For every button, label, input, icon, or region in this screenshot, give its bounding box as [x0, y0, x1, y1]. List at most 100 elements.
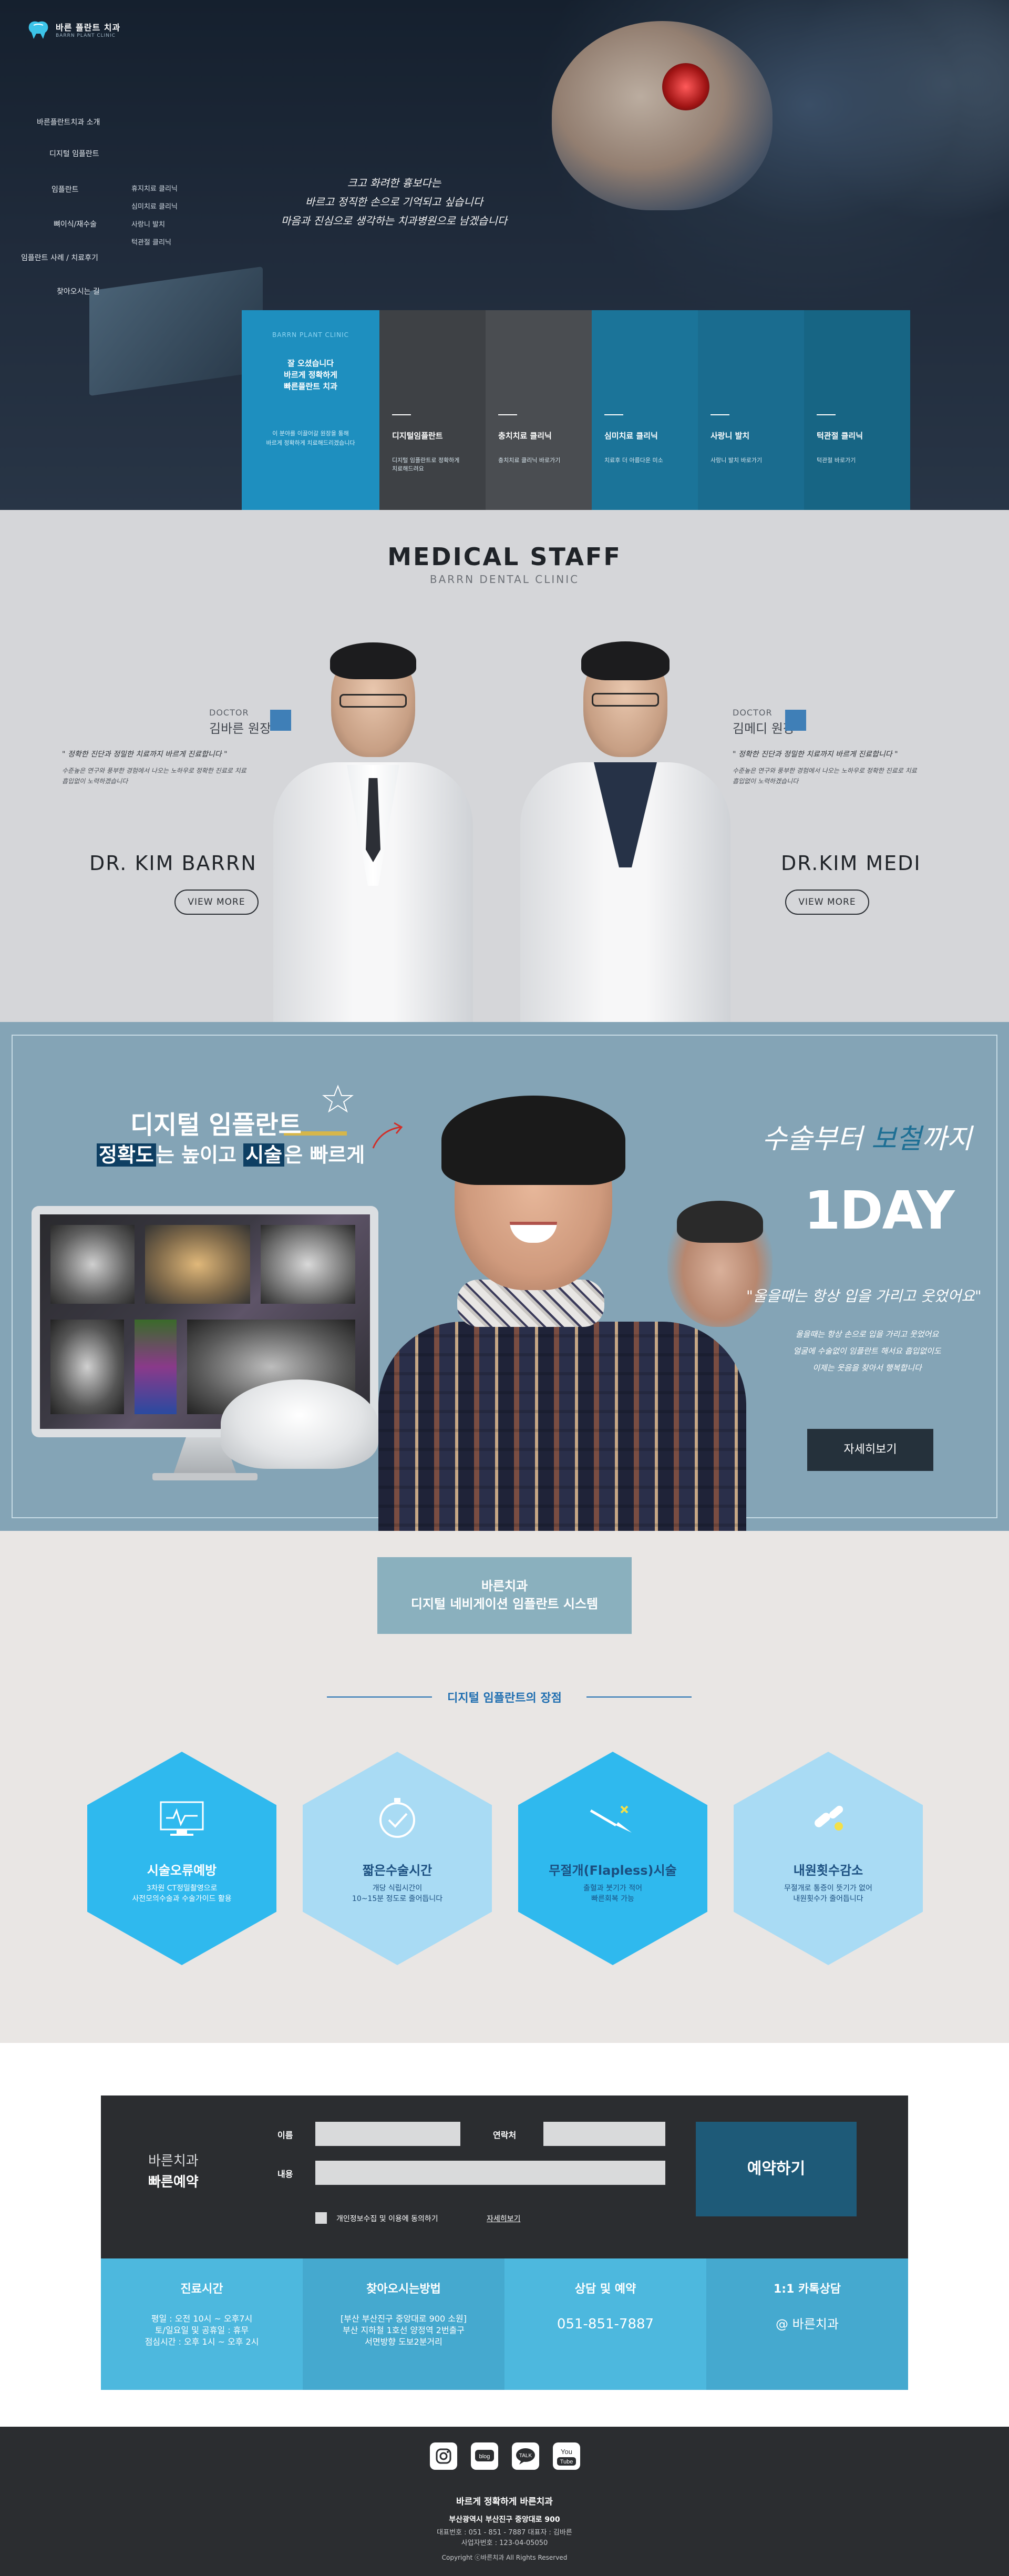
nav-item-about[interactable]: 바른플란트치과 소개 [37, 117, 100, 127]
oneday-text: 1DAY [804, 1180, 955, 1241]
advantage-title: 짧은수술시간 [362, 1863, 433, 1878]
nav-sub-tmj[interactable]: 턱관절 클리닉 [131, 237, 171, 247]
advantages-section: 바른치과 디지털 네비게이션 임플란트 시스템 디지털 임플란트의 장점 시술오… [0, 1531, 1009, 2043]
privacy-more-link[interactable]: 자세히보기 [487, 2213, 520, 2224]
info-phone: 상담 및 예약 051-851-7887 [504, 2258, 706, 2390]
footer-title: 바르게 정확하게 바른치과 [456, 2497, 553, 2507]
star-doodle-icon [322, 1085, 354, 1113]
doctor-label: DOCTOR [733, 708, 773, 718]
content-input[interactable] [315, 2161, 665, 2185]
nav-item-digital-implant[interactable]: 디지털 임플란트 [49, 148, 99, 159]
content-label: 내용 [277, 2169, 293, 2179]
patient-desc-line: 이제는 웃음을 찾아서 행복합니다 [812, 1363, 922, 1373]
panel-dash [711, 414, 729, 415]
pills-icon [815, 1805, 843, 1831]
info-title: 상담 및 예약 [574, 2283, 636, 2296]
footer-address: 부산광역시 부산진구 중앙대로 900 [449, 2516, 560, 2524]
advantage-title: 내원횟수감소 [793, 1863, 863, 1878]
panel-aesthetic-clinic[interactable]: 심미치료 클리닉 치료후 더 아름다운 미소 [592, 310, 698, 510]
info-body[interactable]: @ 바른치과 [717, 2318, 898, 2330]
staff-section: MEDICAL STAFF BARRN DENTAL CLINIC DOCTOR… [0, 510, 1009, 1022]
youtube-icon-text2: Tube [560, 2459, 573, 2465]
clinic-info-row: 진료시간 평일 : 오전 10시 ~ 오후7시 토/일요일 및 공휴일 : 휴무… [101, 2258, 908, 2390]
nav-sub-aesthetic[interactable]: 심미치료 클리닉 [131, 201, 178, 211]
info-body[interactable]: 051-851-7887 [515, 2317, 696, 2331]
youtube-icon[interactable]: You Tube [553, 2442, 580, 2470]
panel-dash [498, 414, 517, 415]
panel-digital-implant[interactable]: 디지털임플란트 디지털 임플란트로 정확하게 치료해드려요 [379, 310, 486, 510]
advantage-card: 시술오류예방 3차원 CT정밀촬영으로 사전모의수술과 수술가이드 활용 [87, 1752, 276, 1965]
doctor-hair [330, 642, 416, 679]
hero-slogan-line: 마음과 진심으로 생각하는 치과병원으로 남겠습니다 [281, 214, 508, 227]
info-directions: 찾아오시는방법 [부산 부산진구 중앙대로 900 소원] 부산 지하철 1호선… [303, 2258, 504, 2390]
doctor-big-name: DR. KIM BARRN [89, 852, 257, 875]
doctor-photo [515, 626, 736, 1022]
hero-slogan-line: 크고 화려한 흉보다는 [347, 177, 441, 189]
doctor-photo [268, 631, 478, 1022]
advantage-desc: 개당 식립시간이 10~15분 정도로 줄어듭니다 [352, 1884, 443, 1903]
blog-icon[interactable]: blog [471, 2442, 498, 2470]
advantages-subtitle: 디지털 임플란트의 장점 [447, 1692, 562, 1705]
tagline-highlight: 시술 [243, 1143, 285, 1167]
info-title: 찾아오시는방법 [366, 2283, 441, 2296]
panel-intro-line: 잘 오셨습니다 [287, 359, 334, 368]
panel-cavity-clinic[interactable]: 충치치료 클리닉 충치치료 클리닉 바로가기 [486, 310, 592, 510]
dental-guide-model-image [200, 1358, 399, 1485]
doctor-desc-line: 수준높은 연구와 풍부한 경험에서 나오는 노하우로 정확한 진료로 치료 [62, 767, 246, 774]
instagram-icon[interactable] [430, 2442, 457, 2470]
tagline-highlight: 정확도 [97, 1143, 156, 1167]
nav-item-location[interactable]: 찾아오시는 길 [57, 286, 100, 297]
panel-title: 디지털임플란트 [392, 431, 443, 441]
reservation-section: 바른치과 빠른예약 이름 연락처 내용 개인정보수집 및 이용에 동의하기 자세… [0, 2043, 1009, 2427]
xray-panel [261, 1225, 355, 1304]
agree-checkbox[interactable] [315, 2212, 327, 2224]
patient-quote: "울을때는 항상 입을 가리고 웃었어요" [746, 1287, 982, 1305]
panel-desc: 디지털 임플란트로 정확하게 치료해드려요 [392, 457, 460, 472]
nav-sub-wisdom-tooth[interactable]: 사랑니 발치 [131, 219, 165, 229]
patient-desc-line: 울을때는 항상 손으로 입을 가리고 웃었어요 [795, 1330, 939, 1339]
right-title-text: 수술부터 [762, 1123, 871, 1155]
page: 바른 플란트 치과 BARRN PLANT CLINIC 바른플란트치과 소개 … [0, 0, 1009, 2576]
info-body: 평일 : 오전 10시 ~ 오후7시 토/일요일 및 공휴일 : 휴무 점심시간… [145, 2314, 259, 2347]
panel-intro-line: 빠른플란트 치과 [284, 382, 337, 391]
talk-icon[interactable]: TALK [512, 2442, 539, 2470]
advantage-desc: 3차원 CT정밀촬영으로 사전모의수술과 수술가이드 활용 [132, 1884, 232, 1903]
blog-icon-text: blog [479, 2454, 490, 2460]
panel-intro-small: 바르게 정확하게 치료해드리겠습니다 [266, 439, 355, 446]
panel-desc: 사랑니 발치 바로가기 [711, 457, 763, 464]
view-more-button[interactable]: VIEW MORE [785, 890, 869, 915]
name-input[interactable] [315, 2122, 460, 2146]
doctor-big-name: DR.KIM MEDI [781, 852, 921, 875]
system-title-line: 디지털 네비게이션 임플란트 시스템 [410, 1597, 599, 1611]
tagline-text: 은 빠르게 [284, 1143, 365, 1167]
detail-button[interactable]: 자세히보기 [807, 1429, 933, 1471]
panel-dash [604, 414, 623, 415]
view-more-button[interactable]: VIEW MORE [174, 890, 259, 915]
footer-biz-number: 사업자번호 : 123-04-05050 [461, 2539, 548, 2547]
panel-title: 충치치료 클리닉 [498, 431, 552, 441]
doctor-desc-line: 흡입없이 노력하겠습니다 [62, 778, 128, 785]
panel-dash [392, 414, 411, 415]
panel-wisdom-tooth[interactable]: 사랑니 발치 사랑니 발치 바로가기 [698, 310, 804, 510]
nav-item-cases[interactable]: 임플란트 사례 / 치료후기 [21, 252, 98, 263]
sns-links: blog TALK You Tube [430, 2442, 580, 2470]
reserve-button[interactable]: 예약하기 [696, 2122, 857, 2216]
talk-icon-text: TALK [519, 2453, 532, 2459]
logo[interactable]: 바른 플란트 치과 BARRN PLANT CLINIC [26, 19, 120, 40]
doctor-hair [581, 641, 670, 680]
panel-desc: 충치치료 클리닉 바로가기 [498, 457, 561, 464]
info-title: 1:1 카톡상담 [773, 2283, 841, 2296]
system-title-box: 바른치과 디지털 네비게이션 임플란트 시스템 [377, 1557, 632, 1634]
doctor-desc: 수준높은 연구와 풍부한 경험에서 나오는 노하우로 정확한 진료로 치료 흡입… [733, 765, 917, 786]
nav-item-implant[interactable]: 임플란트 [52, 184, 79, 195]
doctor-glasses [592, 693, 659, 707]
nav-sub-cavity[interactable]: 휴지치료 클리닉 [131, 183, 178, 193]
phone-input[interactable] [543, 2122, 665, 2146]
doctor-quote: " 정확한 진단과 정밀한 치료까지 바르게 진료합니다 " [733, 750, 898, 759]
panel-title: 턱관절 클리닉 [817, 431, 863, 441]
scalpel-icon [590, 1805, 632, 1833]
panel-tmj-clinic[interactable]: 턱관절 클리닉 턱관절 바로가기 [804, 310, 910, 510]
doctor-glasses [339, 694, 407, 708]
right-title-highlight: 보철 [871, 1123, 922, 1155]
nav-item-bone-graft[interactable]: 뼈이식/재수술 [54, 219, 97, 229]
